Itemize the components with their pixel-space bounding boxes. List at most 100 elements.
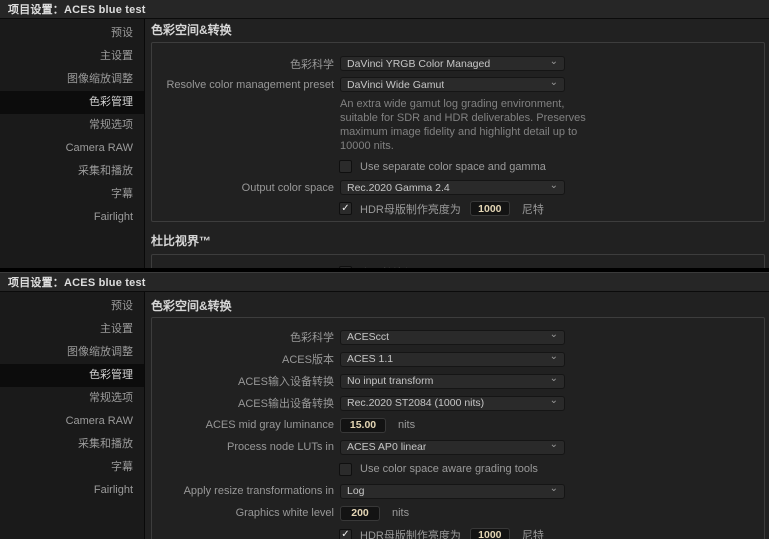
setting-row: 色彩科学 ACEScct ⌄: [152, 326, 764, 348]
hdr-nits-input[interactable]: [469, 527, 510, 539]
aces-output-transform-dropdown[interactable]: Rec.2020 ST2084 (1000 nits) ⌄: [340, 395, 565, 411]
setting-row: Output color space Rec.2020 Gamma 2.4 ⌄: [152, 177, 764, 198]
mid-gray-input[interactable]: [340, 417, 386, 433]
resize-transform-label: Apply resize transformations in: [183, 485, 334, 497]
setting-row: Resolve color management preset DaVinci …: [152, 74, 764, 95]
window-body: 预设 主设置 图像缩放调整 色彩管理 常规选项 Camera RAW 采集和播放…: [0, 19, 769, 268]
sidebar-item-image-scaling[interactable]: 图像缩放调整: [0, 68, 144, 91]
dropdown-value: Rec.2020 ST2084 (1000 nits): [347, 397, 485, 409]
sidebar-item-subtitles[interactable]: 字幕: [0, 456, 144, 479]
dropdown-value: ACEScct: [347, 331, 390, 343]
check-icon: ✓: [341, 202, 350, 214]
settings-main-panel: 色彩空间&转换 色彩科学 ACEScct ⌄ ACES版本 ACES 1.1 ⌄: [145, 292, 769, 539]
hdr-mastering-label: HDR母版制作亮度为: [360, 203, 461, 216]
color-space-groupbox: 色彩科学 DaVinci YRGB Color Managed ⌄ Resolv…: [151, 42, 765, 222]
rcm-preset-label: Resolve color management preset: [166, 78, 334, 91]
sidebar-item-master-settings[interactable]: 主设置: [0, 318, 144, 341]
section-title-color-space: 色彩空间&转换: [151, 23, 232, 37]
graphics-white-suffix: nits: [392, 507, 410, 519]
mid-gray-suffix: nits: [398, 419, 416, 431]
chevron-down-icon: ⌄: [549, 373, 558, 384]
graphics-white-label: Graphics white level: [235, 507, 334, 519]
checkbox-label: Use color space aware grading tools: [360, 463, 538, 475]
color-space-groupbox: 色彩科学 ACEScct ⌄ ACES版本 ACES 1.1 ⌄ ACES输入设…: [151, 317, 765, 539]
setting-row: ACES mid gray luminance nits: [152, 414, 764, 436]
chevron-down-icon: ⌄: [549, 395, 558, 406]
setting-row: ACES输出设备转换 Rec.2020 ST2084 (1000 nits) ⌄: [152, 392, 764, 414]
sidebar-item-color-management[interactable]: 色彩管理: [0, 91, 144, 114]
hdr-mastering-checkbox[interactable]: ✓: [339, 202, 352, 215]
enable-dolby-vision-checkbox[interactable]: [339, 266, 352, 268]
dropdown-value: DaVinci Wide Gamut: [347, 78, 445, 91]
dropdown-value: ACES 1.1: [347, 353, 394, 365]
section-title-dolby-vision: 杜比视界™: [151, 234, 212, 248]
color-science-dropdown[interactable]: ACEScct ⌄: [340, 329, 565, 345]
output-colorspace-label: Output color space: [241, 181, 334, 194]
sidebar-item-capture-playback[interactable]: 采集和播放: [0, 433, 144, 456]
aces-version-dropdown[interactable]: ACES 1.1 ⌄: [340, 351, 565, 367]
dropdown-value: Log: [347, 485, 365, 497]
window-title-bar: 项目设置：ACES blue test: [0, 273, 769, 292]
dropdown-value: No input transform: [347, 375, 434, 387]
setting-row: ✓ HDR母版制作亮度为 尼特: [339, 198, 764, 219]
project-settings-window-top: 项目设置：ACES blue test 预设 主设置 图像缩放调整 色彩管理 常…: [0, 0, 769, 268]
chevron-down-icon: ⌄: [549, 76, 558, 88]
window-title: 项目设置：ACES blue test: [8, 277, 146, 289]
lut-processing-dropdown[interactable]: ACES AP0 linear ⌄: [340, 439, 565, 455]
aces-input-transform-dropdown[interactable]: No input transform ⌄: [340, 373, 565, 389]
color-science-dropdown[interactable]: DaVinci YRGB Color Managed ⌄: [340, 56, 565, 71]
sidebar-item-presets[interactable]: 预设: [0, 295, 144, 318]
sidebar-item-fairlight[interactable]: Fairlight: [0, 206, 144, 229]
sidebar-item-presets[interactable]: 预设: [0, 22, 144, 45]
sidebar-item-color-management[interactable]: 色彩管理: [0, 364, 144, 387]
window-title-bar: 项目设置：ACES blue test: [0, 0, 769, 19]
sidebar-item-image-scaling[interactable]: 图像缩放调整: [0, 341, 144, 364]
separate-colorspace-checkbox[interactable]: [339, 160, 352, 173]
graphics-white-input[interactable]: [340, 505, 380, 521]
setting-row: ACES版本 ACES 1.1 ⌄: [152, 348, 764, 370]
window-title: 项目设置：ACES blue test: [8, 4, 146, 16]
chevron-down-icon: ⌄: [549, 351, 558, 362]
sidebar-item-capture-playback[interactable]: 采集和播放: [0, 160, 144, 183]
chevron-down-icon: ⌄: [549, 179, 558, 191]
resize-transform-dropdown[interactable]: Log ⌄: [340, 483, 565, 499]
rcm-preset-dropdown[interactable]: DaVinci Wide Gamut ⌄: [340, 77, 565, 92]
dolby-vision-groupbox: 启用杜比视界: [151, 254, 765, 268]
checkbox-label: 启用杜比视界: [360, 265, 426, 269]
dropdown-value: DaVinci YRGB Color Managed: [347, 57, 491, 70]
color-science-label: 色彩科学: [290, 332, 334, 344]
setting-row: Graphics white level nits: [152, 502, 764, 524]
colorspace-aware-checkbox[interactable]: [339, 462, 352, 476]
aces-output-transform-label: ACES输出设备转换: [238, 398, 334, 410]
sidebar-item-subtitles[interactable]: 字幕: [0, 183, 144, 206]
hdr-nits-input[interactable]: [469, 201, 510, 216]
sidebar-item-general-options[interactable]: 常规选项: [0, 114, 144, 137]
setting-row: ACES输入设备转换 No input transform ⌄: [152, 370, 764, 392]
settings-sidebar: 预设 主设置 图像缩放调整 色彩管理 常规选项 Camera RAW 采集和播放…: [0, 19, 145, 268]
check-icon: ✓: [341, 529, 350, 539]
setting-row: Apply resize transformations in Log ⌄: [152, 480, 764, 502]
mid-gray-label: ACES mid gray luminance: [205, 419, 334, 431]
setting-row: 色彩科学 DaVinci YRGB Color Managed ⌄: [152, 53, 764, 74]
hdr-mastering-label: HDR母版制作亮度为: [360, 530, 461, 539]
color-science-label: 色彩科学: [290, 58, 334, 71]
setting-row: 启用杜比视界: [339, 262, 764, 268]
project-settings-window-bottom: 项目设置：ACES blue test 预设 主设置 图像缩放调整 色彩管理 常…: [0, 272, 769, 539]
sidebar-item-camera-raw[interactable]: Camera RAW: [0, 410, 144, 433]
sidebar-item-fairlight[interactable]: Fairlight: [0, 479, 144, 502]
sidebar-item-general-options[interactable]: 常规选项: [0, 387, 144, 410]
hdr-nits-suffix: 尼特: [521, 530, 544, 539]
settings-main-panel: 色彩空间&转换 色彩科学 DaVinci YRGB Color Managed …: [145, 19, 769, 268]
sidebar-item-camera-raw[interactable]: Camera RAW: [0, 137, 144, 160]
chevron-down-icon: ⌄: [549, 329, 558, 340]
hdr-nits-suffix: 尼特: [521, 203, 544, 216]
settings-sidebar: 预设 主设置 图像缩放调整 色彩管理 常规选项 Camera RAW 采集和播放…: [0, 292, 145, 539]
setting-row: Process node LUTs in ACES AP0 linear ⌄: [152, 436, 764, 458]
chevron-down-icon: ⌄: [549, 483, 558, 494]
output-colorspace-dropdown[interactable]: Rec.2020 Gamma 2.4 ⌄: [340, 180, 565, 195]
section-title-color-space: 色彩空间&转换: [151, 299, 232, 313]
aces-input-transform-label: ACES输入设备转换: [238, 376, 334, 388]
chevron-down-icon: ⌄: [549, 439, 558, 450]
hdr-mastering-checkbox[interactable]: ✓: [339, 528, 352, 539]
sidebar-item-master-settings[interactable]: 主设置: [0, 45, 144, 68]
